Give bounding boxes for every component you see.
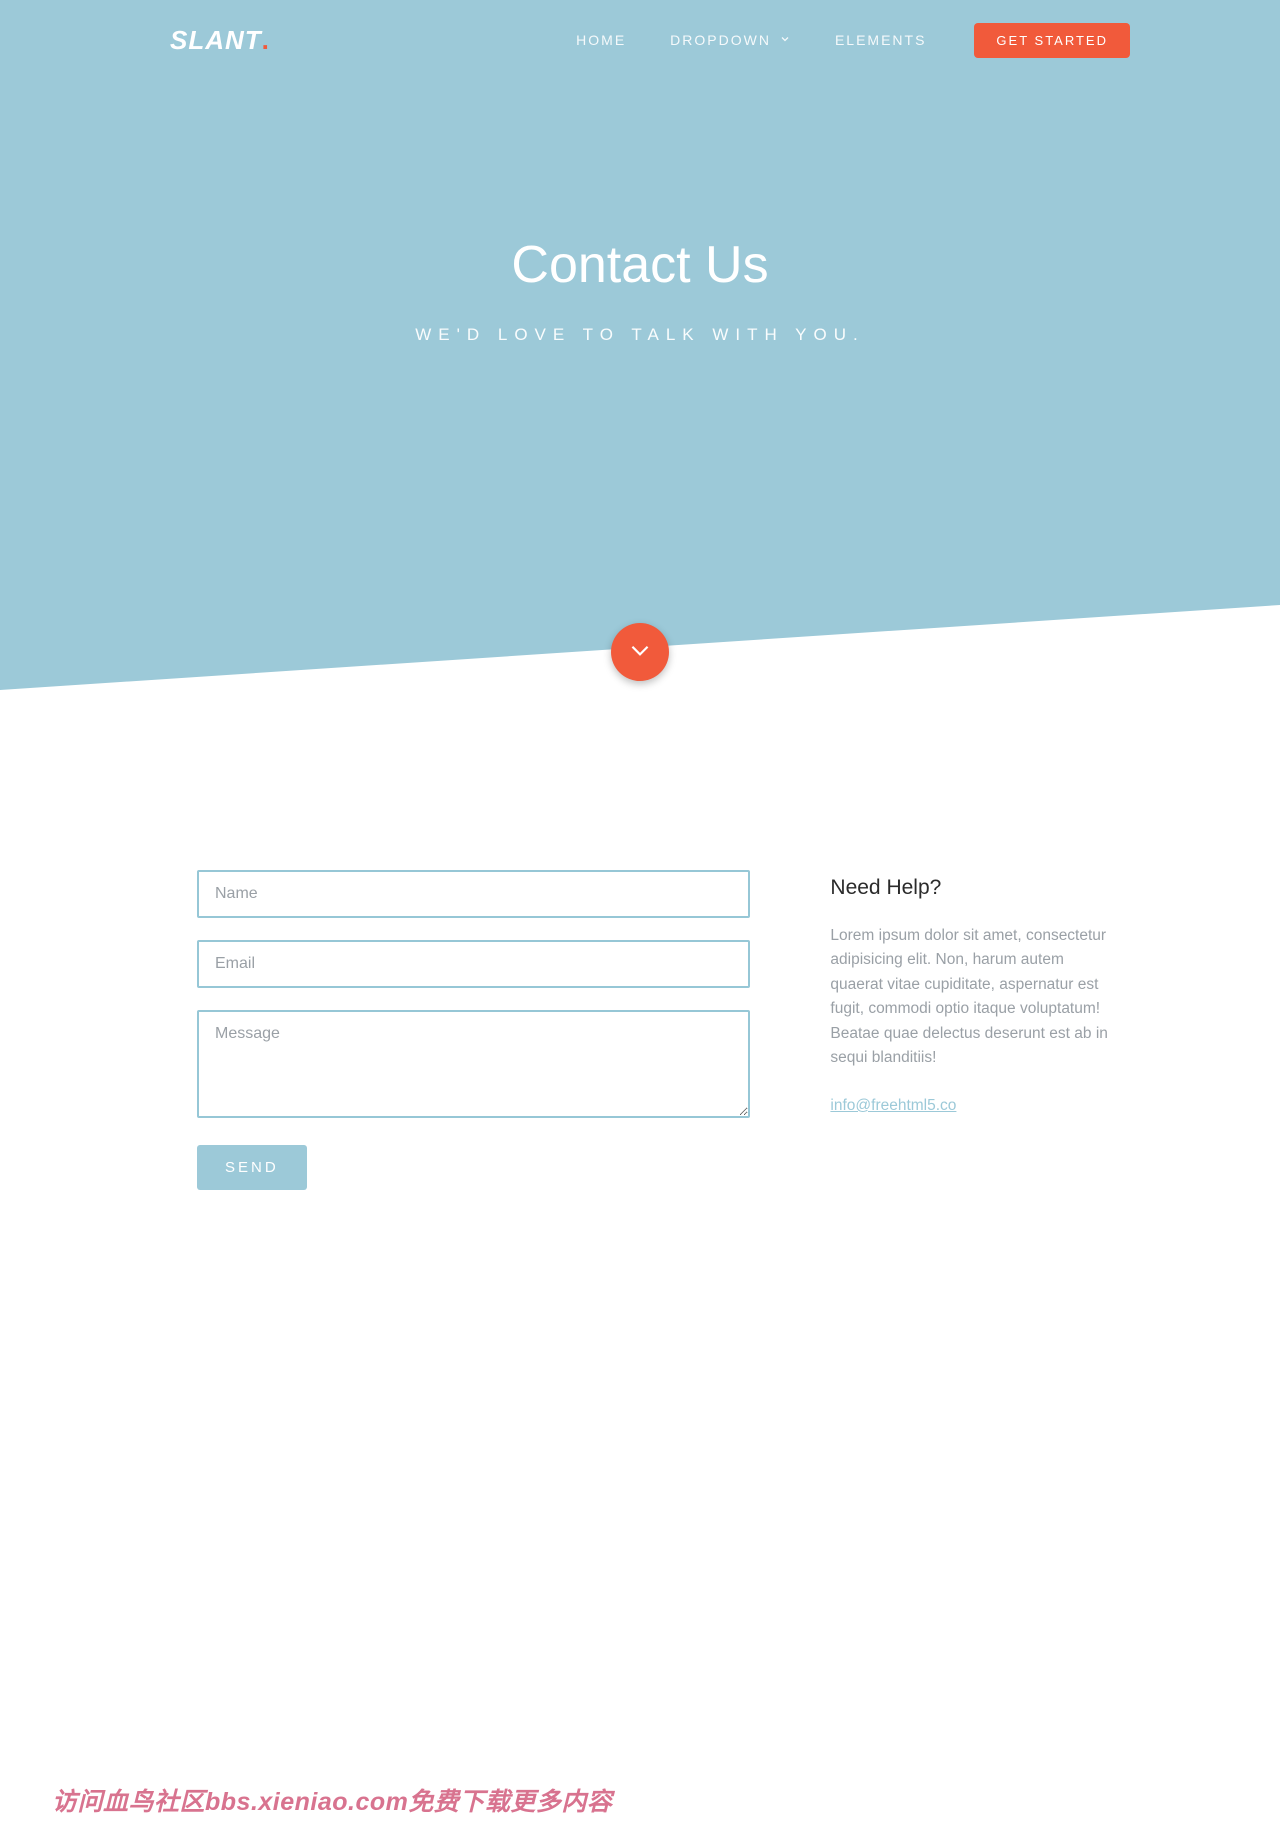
email-field[interactable] [197, 940, 750, 988]
send-button[interactable]: SEND [197, 1145, 307, 1190]
content-section: SEND Need Help? Lorem ipsum dolor sit am… [197, 870, 1117, 1190]
chevron-down-icon [627, 637, 653, 668]
page-subtitle: WE'D LOVE TO TALK WITH YOU. [0, 325, 1280, 345]
nav-label: DROPDOWN [670, 32, 771, 48]
nav-dropdown[interactable]: DROPDOWN [670, 32, 791, 48]
watermark-text: 访问血鸟社区bbs.xieniao.com免费下载更多内容 [52, 1782, 612, 1818]
contact-form: SEND [197, 870, 750, 1190]
name-field[interactable] [197, 870, 750, 918]
sidebar-title: Need Help? [830, 876, 1117, 900]
brand-dot: . [262, 25, 270, 55]
help-sidebar: Need Help? Lorem ipsum dolor sit amet, c… [830, 870, 1117, 1190]
sidebar-body: Lorem ipsum dolor sit amet, consectetur … [830, 924, 1117, 1071]
get-started-button[interactable]: GET STARTED [974, 23, 1130, 58]
nav-label: ELEMENTS [835, 32, 926, 48]
scroll-down-button[interactable] [611, 623, 669, 681]
chevron-down-icon [779, 32, 791, 48]
page-title: Contact Us [0, 235, 1280, 295]
brand-logo[interactable]: SLANT. [170, 25, 270, 56]
contact-email-link[interactable]: info@freehtml5.co [830, 1097, 956, 1114]
nav-home[interactable]: HOME [576, 32, 626, 48]
nav-elements[interactable]: ELEMENTS [835, 32, 926, 48]
cta-label: GET STARTED [996, 33, 1108, 48]
brand-name: SLANT [170, 25, 262, 55]
top-nav: SLANT. HOME DROPDOWN ELEMENTS GET STARTE… [0, 0, 1280, 80]
hero-section: SLANT. HOME DROPDOWN ELEMENTS GET STARTE… [0, 0, 1280, 700]
message-field[interactable] [197, 1010, 750, 1118]
hero-text: Contact Us WE'D LOVE TO TALK WITH YOU. [0, 235, 1280, 345]
hero-background [0, 0, 1280, 700]
nav-label: HOME [576, 32, 626, 48]
send-label: SEND [225, 1159, 279, 1176]
